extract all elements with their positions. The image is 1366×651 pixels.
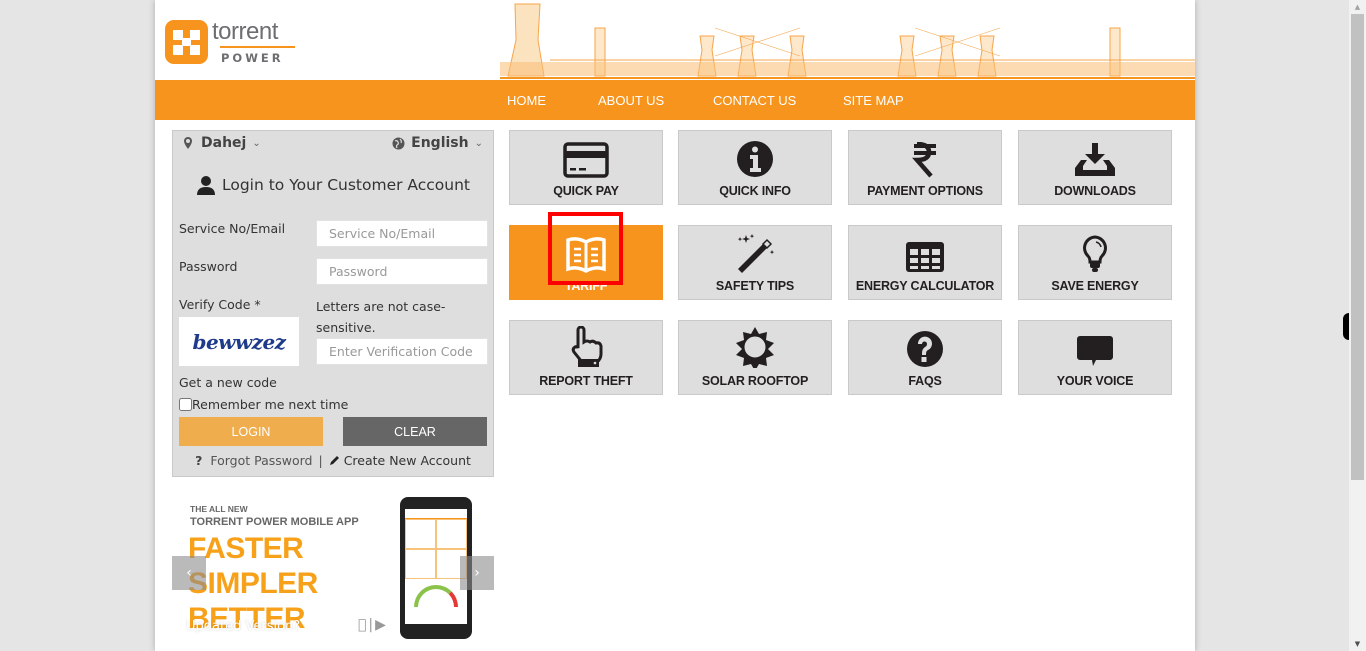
remember-me[interactable]: Remember me next time xyxy=(179,397,348,412)
question-circle-icon xyxy=(907,331,943,367)
tile-payment-options[interactable]: PAYMENT OPTIONS xyxy=(848,130,1002,205)
language-selector[interactable]: English ⌄ xyxy=(392,135,483,151)
magic-wand-icon xyxy=(737,234,775,273)
download-icon xyxy=(1075,143,1115,176)
book-icon xyxy=(566,237,606,273)
logo-mark-icon xyxy=(165,20,208,64)
tile-quick-info[interactable]: QUICK INFO xyxy=(678,130,832,205)
nav-contact-us[interactable]: CONTACT US xyxy=(713,93,796,108)
question-icon: ? xyxy=(195,453,203,468)
captcha-image: bewwzez xyxy=(179,317,299,366)
carousel-next-button[interactable]: › xyxy=(460,556,494,590)
nav-site-map[interactable]: SITE MAP xyxy=(843,93,904,108)
info-icon xyxy=(737,141,773,177)
scroll-down-arrow-icon[interactable]: ▼ xyxy=(1349,637,1366,651)
app-store-icons: |▶ xyxy=(358,617,386,633)
rupee-icon xyxy=(912,142,936,178)
comment-icon xyxy=(1077,336,1113,366)
logo-wordmark: torrent xyxy=(212,18,278,45)
pencil-icon xyxy=(329,456,339,465)
nav-home[interactable]: HOME xyxy=(507,93,546,108)
main-nav: HOME ABOUT US CONTACT US SITE MAP xyxy=(155,80,1195,120)
hand-pointer-icon xyxy=(571,326,603,367)
globe-icon xyxy=(392,137,405,149)
torrent-power-logo[interactable]: torrent POWER xyxy=(165,20,295,65)
credit-card-icon xyxy=(563,142,609,178)
remember-me-checkbox[interactable] xyxy=(179,398,192,411)
tile-save-energy[interactable]: SAVE ENERGY xyxy=(1018,225,1172,300)
tile-report-theft[interactable]: REPORT THEFT xyxy=(509,320,663,395)
power-plant-skyline-image xyxy=(500,3,1195,79)
password-input[interactable] xyxy=(316,258,488,285)
service-label: Service No/Email xyxy=(179,221,286,236)
carousel-prev-button[interactable]: ‹ xyxy=(172,556,206,590)
account-links: ? Forgot Password | Create New Account xyxy=(195,453,471,468)
tile-downloads[interactable]: DOWNLOADS xyxy=(1018,130,1172,205)
app-promo-carousel: THE ALL NEW TORRENT POWER MOBILE APP FAS… xyxy=(172,495,494,651)
tile-your-voice[interactable]: YOUR VOICE xyxy=(1018,320,1172,395)
tile-quick-pay[interactable]: QUICK PAY xyxy=(509,130,663,205)
verify-code-label: Verify Code * xyxy=(179,297,261,312)
forgot-password-link[interactable]: Forgot Password xyxy=(210,453,312,468)
case-hint: Letters are not case-sensitive. xyxy=(316,299,446,335)
scroll-up-arrow-icon[interactable]: ▲ xyxy=(1349,0,1366,14)
login-heading: Login to Your Customer Account xyxy=(173,175,493,195)
play-store-icon: ▶ xyxy=(366,617,386,633)
location-selector[interactable]: Dahej ⌄ xyxy=(183,135,261,151)
service-no-email-input[interactable] xyxy=(316,220,488,247)
tile-tariff[interactable]: TARIFF xyxy=(509,225,663,300)
lightbulb-icon xyxy=(1083,235,1107,272)
tile-energy-calculator[interactable]: ENERGY CALCULATOR xyxy=(848,225,1002,300)
apple-icon:  xyxy=(358,617,366,633)
get-new-code-link[interactable]: Get a new code xyxy=(179,375,277,390)
tile-safety-tips[interactable]: SAFETY TIPS xyxy=(678,225,832,300)
tile-faqs[interactable]: FAQS xyxy=(848,320,1002,395)
map-marker-icon xyxy=(184,137,192,149)
clear-button[interactable]: CLEAR xyxy=(343,417,487,446)
page-wrapper: torrent POWER HOME ABOUT US CONTACT US S… xyxy=(155,0,1195,651)
tile-solar-rooftop[interactable]: SOLAR ROOFTOP xyxy=(678,320,832,395)
login-button[interactable]: LOGIN xyxy=(179,417,323,446)
create-account-link[interactable]: Create New Account xyxy=(344,453,471,468)
banner-caption: Updated Version? xyxy=(186,619,301,634)
site-header: torrent POWER HOME ABOUT US CONTACT US S… xyxy=(155,0,1195,120)
location-value: Dahej xyxy=(201,135,247,151)
language-value: English xyxy=(411,135,469,151)
user-icon xyxy=(196,176,215,195)
logo-subtitle: POWER xyxy=(221,51,284,65)
vertical-scrollbar[interactable]: ▲ ▼ xyxy=(1349,0,1366,651)
chevron-down-icon: ⌄ xyxy=(252,137,261,149)
scroll-thumb[interactable] xyxy=(1351,14,1364,480)
verification-code-input[interactable] xyxy=(316,338,488,365)
sun-icon xyxy=(736,327,774,368)
nav-about-us[interactable]: ABOUT US xyxy=(598,93,664,108)
chevron-down-icon: ⌄ xyxy=(474,137,483,149)
table-grid-icon xyxy=(906,242,944,272)
login-panel: Dahej ⌄ English ⌄ Login to Your Customer… xyxy=(172,130,494,477)
password-label: Password xyxy=(179,259,238,274)
